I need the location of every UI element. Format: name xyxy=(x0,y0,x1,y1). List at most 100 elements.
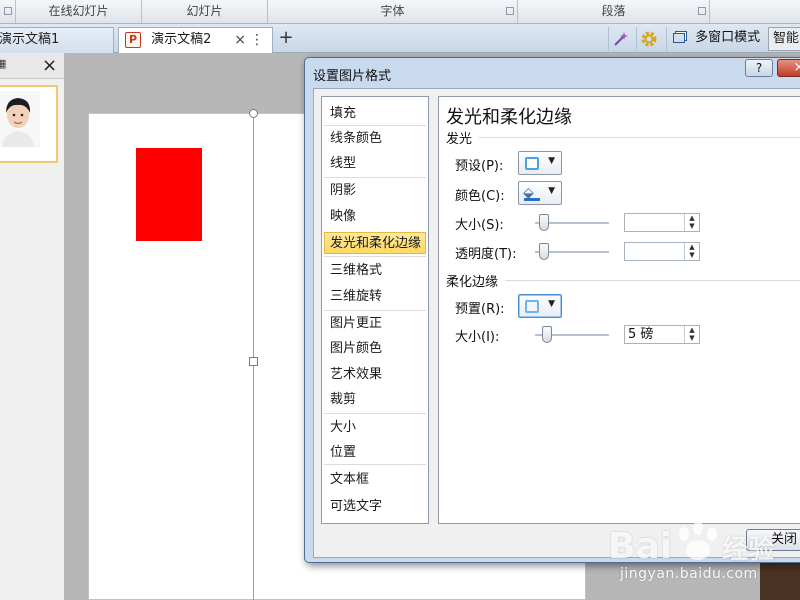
dialog-launcher-icon[interactable] xyxy=(4,7,12,15)
new-tab-button[interactable]: + xyxy=(274,27,298,51)
dialog-title: 设置图片格式 xyxy=(313,69,392,84)
tab-label: 演示文稿1 xyxy=(0,32,60,47)
category-item[interactable]: 阴影 xyxy=(324,180,426,202)
glow-color-dropdown[interactable]: ⬙ ▼ xyxy=(518,181,562,205)
thumbnail-pane-header: ▦ × xyxy=(0,53,64,79)
glow-transparency-slider[interactable] xyxy=(535,243,609,260)
magic-wand-icon[interactable] xyxy=(608,27,632,51)
soft-edges-size-spinner[interactable]: 5 磅 ▲ ▼ xyxy=(624,325,700,344)
glow-preset-dropdown[interactable]: ▼ xyxy=(518,151,562,175)
category-item[interactable]: 三维格式 xyxy=(324,260,426,282)
slide-thumbnail-pane: ▦ × xyxy=(0,53,65,600)
category-item[interactable]: 线条颜色 xyxy=(324,128,426,150)
soft-edges-size-label: 大小(I): xyxy=(455,330,500,345)
chevron-down-icon: ▼ xyxy=(548,186,555,196)
slide-thumbnail[interactable] xyxy=(0,85,58,163)
category-item[interactable]: 裁剪 xyxy=(324,389,426,411)
close-tab-icon[interactable]: × xyxy=(234,28,246,52)
section-divider xyxy=(479,137,800,138)
spin-down-icon[interactable]: ▼ xyxy=(685,251,699,259)
dialog-close-button[interactable]: × xyxy=(777,59,800,77)
rotation-handle[interactable] xyxy=(249,109,258,118)
close-pane-icon[interactable]: × xyxy=(42,55,57,76)
spin-up-icon[interactable]: ▲ xyxy=(685,326,699,334)
category-item[interactable]: 线型 xyxy=(324,153,426,175)
dialog-body: 填充 线条颜色 线型 阴影 映像 发光和柔化边缘 三维格式 三维旋转 图片更正 图片颜色 艺术效果裁… xyxy=(313,88,800,558)
glow-size-spinner[interactable]: ▲ ▼ xyxy=(624,213,700,232)
category-item[interactable]: 大小 xyxy=(324,417,426,439)
logo-suffix: 经验 xyxy=(722,534,774,565)
section-divider xyxy=(505,280,800,281)
spin-up-icon[interactable]: ▲ xyxy=(685,214,699,222)
logo-text: Bai xyxy=(608,526,672,567)
category-item[interactable]: 图片颜色 xyxy=(324,338,426,360)
spin-down-icon[interactable]: ▼ xyxy=(685,334,699,342)
ribbon-group-label: 段落 xyxy=(601,4,626,18)
tab-document-2[interactable]: P 演示文稿2 × ⋮ xyxy=(118,27,273,53)
category-item[interactable]: 发光和柔化边缘 xyxy=(324,232,426,254)
glow-section-label: 发光 xyxy=(446,132,473,147)
ribbon-group-slides: 幻灯片 xyxy=(142,0,268,23)
red-rectangle-shape[interactable] xyxy=(136,148,202,241)
spin-up-icon[interactable]: ▲ xyxy=(685,243,699,251)
category-item[interactable]: 填充 xyxy=(324,103,426,125)
category-item[interactable]: 三维旋转 xyxy=(324,286,426,308)
ribbon-group-label: 在线幻灯片 xyxy=(48,4,109,18)
ribbon-group-label: 字体 xyxy=(380,4,405,18)
glow-transparency-spinner[interactable]: ▲ ▼ xyxy=(624,242,700,261)
soft-edges-size-value: 5 磅 xyxy=(628,327,654,342)
document-tab-bar: 演示文稿1 P 演示文稿2 × ⋮ + 多窗口模式 智能 xyxy=(0,24,800,53)
category-divider xyxy=(324,256,426,257)
font-dialog-launcher-icon[interactable] xyxy=(506,7,514,15)
glow-preset-label: 预设(P): xyxy=(455,159,504,174)
resize-handle-left[interactable] xyxy=(249,357,258,366)
tab-menu-icon[interactable]: ⋮ xyxy=(250,28,264,52)
format-picture-dialog: 设置图片格式 ? × 填充 线条颜色 线型 阴影 映像 发光和柔化边缘 三维格式 三维旋转 图片… xyxy=(304,57,800,563)
presentation-file-icon: P xyxy=(125,31,141,48)
category-list: 填充线条颜色线型阴影映像发光和柔化边缘 三维格式三维旋转图片更正图片颜色艺术效果裁… xyxy=(321,96,429,524)
glow-transparency-label: 透明度(T): xyxy=(455,247,517,262)
glow-color-label: 颜色(C): xyxy=(455,189,505,204)
ribbon-group-online-slides: 在线幻灯片 xyxy=(16,0,142,23)
glow-preset-swatch xyxy=(525,157,539,170)
glow-size-slider[interactable] xyxy=(535,214,609,231)
category-divider xyxy=(324,464,426,465)
soft-edges-section-label: 柔化边缘 xyxy=(446,275,499,290)
category-item[interactable]: 可选文字 xyxy=(324,496,426,518)
multi-window-icon xyxy=(673,32,685,43)
glow-size-label: 大小(S): xyxy=(455,218,504,233)
tab-label: 演示文稿2 xyxy=(151,32,212,47)
glow-soft-edges-panel: 发光和柔化边缘 发光 预设(P): ▼ 颜色(C): ⬙ ▼ 大小(S): ▲ ▼ xyxy=(438,96,800,524)
slider-thumb[interactable] xyxy=(542,326,552,343)
baidu-jingyan-watermark: Bai 经验 jingyan.baidu.com xyxy=(598,512,800,600)
category-divider xyxy=(324,177,426,178)
multi-window-mode-button[interactable]: 多窗口模式 xyxy=(666,27,766,51)
soft-edges-preset-dropdown[interactable]: ▼ xyxy=(518,294,562,318)
panel-title: 发光和柔化边缘 xyxy=(446,107,572,128)
ribbon-group-labels: 在线幻灯片 幻灯片 字体 段落 xyxy=(0,0,800,24)
settings-gear-icon[interactable] xyxy=(636,27,660,51)
category-divider xyxy=(324,125,426,126)
category-item[interactable]: 映像 xyxy=(324,206,426,228)
soft-edges-preset-swatch xyxy=(525,300,539,313)
category-divider xyxy=(324,310,426,311)
spin-down-icon[interactable]: ▼ xyxy=(685,222,699,230)
smart-button[interactable]: 智能 xyxy=(768,27,800,51)
slider-thumb[interactable] xyxy=(539,214,549,231)
tab-document-1[interactable]: 演示文稿1 xyxy=(0,27,114,53)
multi-window-label: 多窗口模式 xyxy=(695,30,761,45)
smart-label: 智能 xyxy=(773,31,800,46)
pane-tab-icon[interactable]: ▦ xyxy=(0,57,6,70)
chevron-down-icon: ▼ xyxy=(548,156,555,166)
paragraph-dialog-launcher-icon[interactable] xyxy=(698,7,706,15)
category-item[interactable]: 文本框 xyxy=(324,469,426,491)
baidu-logo-icon: Bai 经验 xyxy=(608,521,774,567)
category-item[interactable]: 艺术效果 xyxy=(324,364,426,386)
ribbon-group-font: 字体 xyxy=(268,0,518,23)
slider-thumb[interactable] xyxy=(539,243,549,260)
category-item[interactable]: 图片更正 xyxy=(324,313,426,335)
watermark-url: jingyan.baidu.com xyxy=(620,566,758,582)
category-item[interactable]: 位置 xyxy=(324,442,426,464)
help-button[interactable]: ? xyxy=(745,59,773,77)
soft-edges-size-slider[interactable] xyxy=(535,326,609,343)
